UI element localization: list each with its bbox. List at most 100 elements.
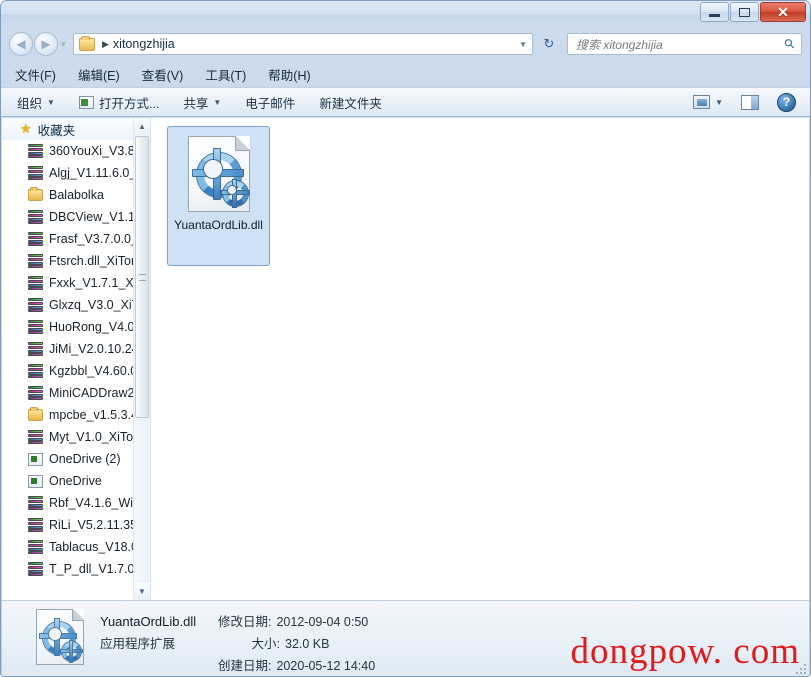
sidebar-item[interactable]: Algj_V1.11.6.0_X [2, 162, 150, 184]
sidebar-item[interactable]: Fxxk_V1.7.1_XiT [2, 272, 150, 294]
recent-pages-dropdown[interactable]: ▾ [61, 37, 66, 51]
status-created-label: 创建日期: [218, 659, 272, 673]
sidebar-item-label: Glxzq_V3.0_XiT [49, 298, 140, 312]
view-layout-icon[interactable] [693, 95, 711, 109]
scroll-up-arrow-icon[interactable]: ▲ [134, 118, 150, 135]
sidebar-item[interactable]: T_P_dll_V1.7.0 [2, 558, 150, 580]
breadcrumb-arrow-icon[interactable]: ▶ [102, 39, 109, 50]
status-modified-value: 2012-09-04 0:50 [276, 615, 369, 629]
sidebar-item[interactable]: Frasf_V3.7.0.0_X [2, 228, 150, 250]
minimize-icon [709, 14, 720, 17]
sidebar-item[interactable]: RiLi_V5.2.11.354 [2, 514, 150, 536]
sidebar-item[interactable]: Ftsrch.dll_XiTon [2, 250, 150, 272]
search-input[interactable]: 搜索 xitongzhijia [576, 36, 663, 53]
menu-bar: 文件(F) 编辑(E) 查看(V) 工具(T) 帮助(H) [1, 62, 810, 87]
sidebar-item-label: Algj_V1.11.6.0_X [49, 166, 145, 180]
menu-item-tools[interactable]: 工具(T) [205, 65, 246, 84]
scrollbar-thumb[interactable] [135, 136, 149, 418]
archive-icon [28, 386, 43, 400]
command-toolbar: 组织 ▼ 打开方式... 共享 ▼ 电子邮件 新建文件夹 ▼ ? [1, 87, 810, 117]
onedrive-icon [28, 452, 43, 466]
open-with-button[interactable]: 打开方式... [78, 93, 160, 112]
address-bar-row: ◀ ▶ ▾ ▶ xitongzhijia ▼ ↻ 搜索 xitongzhijia… [1, 30, 810, 60]
status-size-value: 32.0 KB [285, 637, 330, 651]
sidebar-item-label: T_P_dll_V1.7.0 [49, 562, 135, 576]
new-folder-button[interactable]: 新建文件夹 [319, 93, 382, 112]
status-created-value: 2020-05-12 14:40 [276, 659, 376, 673]
explorer-window: ✕ ◀ ▶ ▾ ▶ xitongzhijia ▼ ↻ 搜索 xitongzhij… [0, 0, 811, 677]
sidebar-item[interactable]: Kgzbbl_V4.60.0 [2, 360, 150, 382]
folder-icon [79, 35, 95, 51]
status-row-created: 创建日期: 2020-05-12 14:40 [100, 655, 375, 674]
scroll-down-arrow-icon[interactable]: ▼ [134, 583, 150, 600]
sidebar-item[interactable]: Tablacus_V18.0 [2, 536, 150, 558]
address-input[interactable]: ▶ xitongzhijia ▼ [73, 33, 533, 55]
sidebar-item-label: Ftsrch.dll_XiTon [49, 254, 138, 268]
sidebar-item-label: DBCView_V1.1_ [49, 210, 142, 224]
archive-icon [28, 342, 43, 356]
sidebar-header-label: 收藏夹 [37, 123, 76, 138]
sidebar-item[interactable]: MiniCADDraw2 [2, 382, 150, 404]
breadcrumb-path[interactable]: xitongzhijia [113, 37, 175, 51]
archive-icon [28, 540, 43, 554]
minimize-button[interactable] [700, 2, 729, 22]
menu-item-view[interactable]: 查看(V) [142, 65, 184, 84]
sidebar-item[interactable]: Myt_V1.0_XiTon [2, 426, 150, 448]
maximize-button[interactable] [730, 2, 759, 22]
archive-icon [28, 430, 43, 444]
sidebar-item-label: Balabolka [49, 188, 104, 202]
open-with-icon [78, 95, 94, 109]
folder-icon [28, 407, 43, 421]
chevron-down-icon[interactable]: ▼ [715, 98, 723, 107]
sidebar-item-onedrive-2[interactable]: OneDrive (2) [2, 448, 150, 470]
sidebar-item-label: Tablacus_V18.0 [49, 540, 138, 554]
preview-pane-icon[interactable] [741, 94, 759, 110]
close-button[interactable]: ✕ [760, 2, 806, 22]
resize-grip[interactable] [794, 662, 806, 674]
sidebar-scrollbar[interactable]: ▲ ▼ [133, 118, 150, 600]
chevron-down-icon[interactable]: ▼ [519, 40, 527, 49]
file-list-pane[interactable]: YuantaOrdLib.dll [150, 118, 809, 600]
sidebar-item[interactable]: Glxzq_V3.0_XiT [2, 294, 150, 316]
email-button[interactable]: 电子邮件 [245, 93, 295, 112]
menu-item-edit[interactable]: 编辑(E) [78, 65, 120, 84]
archive-icon [28, 166, 43, 180]
organize-label: 组织 [17, 96, 43, 111]
search-box[interactable]: 搜索 xitongzhijia ⚲ [567, 33, 802, 55]
window-controls: ✕ [699, 2, 806, 22]
sidebar-item-label: HuoRong_V4.0. [49, 320, 138, 334]
refresh-button[interactable]: ↻ [537, 33, 561, 55]
sidebar-item[interactable]: mpcbe_v1.5.3.4 [2, 404, 150, 426]
open-with-label: 打开方式... [98, 96, 160, 111]
status-file-type: 应用程序扩展 [100, 637, 176, 651]
share-button[interactable]: 共享 ▼ [183, 93, 221, 112]
menu-item-file[interactable]: 文件(F) [15, 65, 56, 84]
sidebar-header-favorites[interactable]: ★ 收藏夹 [2, 118, 150, 140]
back-button[interactable]: ◀ [9, 32, 33, 56]
archive-icon [28, 320, 43, 334]
archive-icon [28, 364, 43, 378]
sidebar-item-label: Myt_V1.0_XiTon [49, 430, 141, 444]
gear-small-center [226, 185, 237, 195]
refresh-icon: ↻ [543, 36, 555, 51]
help-icon[interactable]: ? [777, 92, 796, 112]
sidebar-item[interactable]: 360YouXi_V3.8. [2, 140, 150, 162]
file-item-selected[interactable]: YuantaOrdLib.dll [167, 126, 270, 266]
title-bar: ✕ [1, 1, 810, 28]
sidebar-item[interactable]: Balabolka [2, 184, 150, 206]
gear-small-icon [60, 640, 83, 663]
watermark-text: dongpow. com [570, 631, 800, 672]
sidebar-item-onedrive[interactable]: OneDrive [2, 470, 150, 492]
organize-button[interactable]: 组织 ▼ [17, 93, 55, 112]
sidebar-item[interactable]: HuoRong_V4.0. [2, 316, 150, 338]
sidebar-item-label: OneDrive (2) [49, 452, 121, 466]
page-fold-corner [72, 609, 84, 621]
sidebar-item[interactable]: JiMi_V2.0.10.24 [2, 338, 150, 360]
sidebar-item[interactable]: Rbf_V4.1.6_Win [2, 492, 150, 514]
share-label: 共享 [183, 96, 209, 111]
forward-button[interactable]: ▶ [34, 32, 58, 56]
sidebar-item[interactable]: DBCView_V1.1_ [2, 206, 150, 228]
menu-item-help[interactable]: 帮助(H) [268, 65, 310, 84]
status-row-name: YuantaOrdLib.dll 修改日期: 2012-09-04 0:50 [100, 611, 375, 630]
archive-icon [28, 144, 43, 158]
